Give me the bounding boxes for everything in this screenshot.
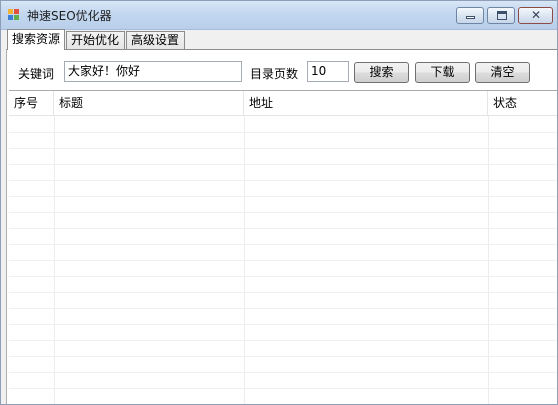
row-gridline [9, 164, 557, 165]
row-gridline [9, 132, 557, 133]
pages-label: 目录页数 [250, 67, 299, 81]
column-header-url[interactable]: 地址 [244, 91, 488, 115]
app-grid-icon [8, 9, 21, 21]
pages-input[interactable]: 10 [307, 61, 349, 82]
tab-start-optimize[interactable]: 开始优化 [66, 31, 125, 49]
app-window: 神速SEO优化器 ✕ 搜索资源 开始优化 高级设置 关键词 大家好！你好 目录页… [0, 0, 558, 405]
tab-strip: 搜索资源 开始优化 高级设置 [1, 29, 557, 50]
row-gridline [9, 340, 557, 341]
search-button[interactable]: 搜索 [354, 62, 409, 83]
row-gridline [9, 324, 557, 325]
column-header-index[interactable]: 序号 [9, 91, 54, 115]
close-button[interactable]: ✕ [518, 7, 553, 24]
results-table[interactable]: 序号 标题 地址 状态 [9, 90, 557, 404]
title-bar[interactable]: 神速SEO优化器 ✕ [1, 1, 557, 30]
minimize-button[interactable] [456, 7, 484, 24]
row-gridline [9, 212, 557, 213]
download-button[interactable]: 下载 [415, 62, 470, 83]
row-gridline [9, 372, 557, 373]
row-gridline [9, 180, 557, 181]
clear-button[interactable]: 清空 [475, 62, 530, 83]
row-gridline [9, 356, 557, 357]
row-gridline [9, 308, 557, 309]
tab-search-resources[interactable]: 搜索资源 [7, 29, 65, 50]
row-gridline [9, 228, 557, 229]
row-gridline [9, 148, 557, 149]
keyword-label: 关键词 [18, 67, 55, 81]
row-gridline [9, 388, 557, 389]
row-gridline [9, 196, 557, 197]
row-gridline [9, 276, 557, 277]
tab-advanced-settings[interactable]: 高级设置 [126, 31, 185, 49]
row-gridline [9, 292, 557, 293]
tab-panel-search: 关键词 大家好！你好 目录页数 10 搜索 下载 清空 序号 标题 地址 状态 [6, 49, 557, 404]
keyword-input[interactable]: 大家好！你好 [64, 61, 242, 82]
column-header-title[interactable]: 标题 [54, 91, 244, 115]
row-gridline [9, 260, 557, 261]
column-header-status[interactable]: 状态 [488, 91, 557, 115]
table-body[interactable] [9, 116, 557, 404]
maximize-button[interactable] [487, 7, 515, 24]
window-title: 神速SEO优化器 [27, 9, 112, 23]
maximize-icon [497, 11, 507, 20]
table-header: 序号 标题 地址 状态 [9, 91, 557, 116]
close-icon: ✕ [531, 8, 542, 22]
row-gridline [9, 244, 557, 245]
minimize-icon [466, 16, 475, 19]
